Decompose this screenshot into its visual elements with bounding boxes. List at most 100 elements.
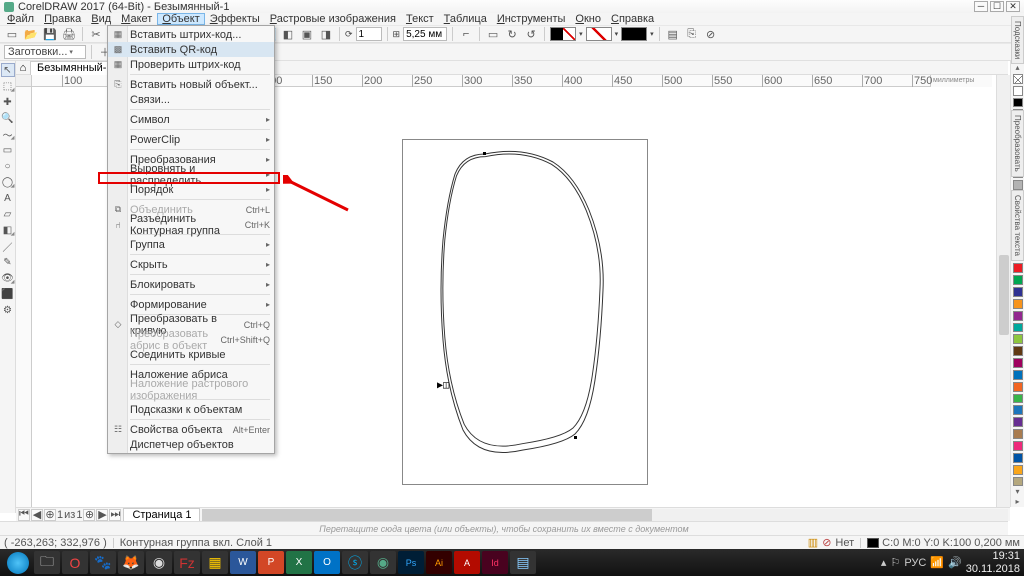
taskbar-filezilla[interactable]: Fz [174,551,200,574]
menu-item[interactable]: ▩Вставить QR-код [108,42,274,57]
menu-объект[interactable]: Объект [157,13,204,25]
cw-blend-button[interactable]: ↻ [504,26,520,42]
contour-outside-button[interactable]: ◨ [318,26,334,42]
menu-item[interactable]: Диспетчер объектов [108,437,274,452]
menu-файл[interactable]: Файл [2,13,39,25]
tray-sound-icon[interactable]: 🔊 [948,556,962,569]
taskbar-explorer[interactable]: 🗀 [34,551,60,574]
no-color-swatch[interactable] [1013,74,1023,84]
tool-12[interactable]: ✎ [1,255,15,269]
contour-inside-button[interactable]: ◧ [280,26,296,42]
menu-инструменты[interactable]: Инструменты [492,13,571,25]
menu-вид[interactable]: Вид [86,13,116,25]
last-page-button[interactable]: ⏭ [109,509,121,521]
color-swatch[interactable] [1013,394,1023,404]
color-swatch[interactable] [1013,453,1023,463]
fill-indicator-icon[interactable] [867,538,879,548]
tray-clock[interactable]: 19:3130.11.2018 [966,550,1020,574]
taskbar-word[interactable]: W [230,551,256,574]
home-tab-button[interactable]: ⌂ [16,62,30,74]
taskbar-acrobat[interactable]: A [454,551,480,574]
page-tab[interactable]: Страница 1 [123,508,200,522]
taskbar-id[interactable]: Id [482,551,508,574]
copies-input[interactable] [356,27,382,41]
taskbar-ps[interactable]: Ps [398,551,424,574]
clear-button[interactable]: ⊘ [703,26,719,42]
menu-справка[interactable]: Справка [606,13,659,25]
taskbar-firefox[interactable]: 🦊 [118,551,144,574]
menu-item[interactable]: ⎘Вставить новый объект... [108,77,274,92]
menu-item[interactable]: Подсказки к объектам [108,402,274,417]
restore-button[interactable]: ☐ [990,1,1004,12]
end-color-swatch[interactable] [621,27,647,41]
menu-item[interactable]: Формирование▸ [108,297,274,312]
tool-5[interactable]: ▭ [1,143,15,157]
color-swatch[interactable] [1013,382,1023,392]
tool-11[interactable]: ／ [1,239,15,253]
taskbar-opera[interactable]: O [62,551,88,574]
presets-combo[interactable]: Заготовки...▾ [4,45,86,59]
palette-down-icon[interactable]: ▾ [1015,487,1019,497]
color-swatch[interactable] [1013,429,1023,439]
close-button[interactable]: ✕ [1006,1,1020,12]
contour-shape[interactable] [403,140,649,486]
menu-item[interactable]: Соединить кривые [108,347,274,362]
open-button[interactable]: 📂 [23,26,39,42]
menu-item[interactable]: Порядок▸ [108,182,274,197]
menu-эффекты[interactable]: Эффекты [205,13,265,25]
taskbar-corel[interactable]: ◉ [370,551,396,574]
taskbar-outlook[interactable]: O [314,551,340,574]
tray-up-icon[interactable]: ▴ [881,556,887,569]
taskbar-notes[interactable]: ▤ [510,551,536,574]
color-swatch[interactable] [1013,98,1023,108]
next-page-button[interactable]: ▶ [96,509,108,521]
print-button[interactable]: 🖨 [61,26,77,42]
palette-up-icon[interactable]: ▴ [1015,63,1019,73]
color-swatch[interactable] [1013,346,1023,356]
ccw-blend-button[interactable]: ↺ [523,26,539,42]
color-swatch[interactable] [1013,441,1023,451]
color-swatch[interactable] [1013,477,1023,487]
color-swatch[interactable] [1013,287,1023,297]
menu-окно[interactable]: Окно [570,13,606,25]
tool-10[interactable]: ◧◢ [1,223,15,237]
color-swatch[interactable] [1013,275,1023,285]
menu-item[interactable]: ▦Проверить штрих-код [108,57,274,72]
color-swatch[interactable] [1013,334,1023,344]
object-props-button[interactable]: ▤ [665,26,681,42]
palette-more-icon[interactable]: ▸ [1015,497,1019,507]
tool-4[interactable]: ～◢ [1,127,15,141]
scrollbar-vertical[interactable] [996,75,1010,507]
color-swatch[interactable] [1013,323,1023,333]
copy-props-button[interactable]: ⎘ [684,26,700,42]
taskbar-chrome[interactable]: ◉ [146,551,172,574]
taskbar-ai[interactable]: Ai [426,551,452,574]
tool-9[interactable]: ▱ [1,207,15,221]
color-swatch[interactable] [1013,417,1023,427]
tool-2[interactable]: ✚ [1,95,15,109]
menu-item[interactable]: Выровнять и распределить▸ [108,167,274,182]
taskbar-tc[interactable]: ▦ [202,551,228,574]
color-swatch[interactable] [1013,405,1023,415]
taskbar-ppt[interactable]: P [258,551,284,574]
color-swatch[interactable] [1013,180,1023,190]
menu-item[interactable]: ⑁Разъединить Контурная группаCtrl+K [108,217,274,232]
taskbar-skype[interactable]: ⓢ [342,551,368,574]
add-page-after-button[interactable]: ⊕ [83,509,95,521]
side-tab-hints[interactable]: Подсказки [1011,16,1024,64]
color-swatch[interactable] [1013,370,1023,380]
menu-item[interactable]: Группа▸ [108,237,274,252]
linear-blend-button[interactable]: ▭ [485,26,501,42]
side-tab-transform[interactable]: Преобразовать [1011,110,1024,177]
ruler-corner[interactable] [16,75,32,87]
color-swatch[interactable] [1013,311,1023,321]
snap-off-icon[interactable]: ⊘ [822,536,831,549]
outline-color-swatch[interactable] [550,27,576,41]
tool-8[interactable]: A [1,191,15,205]
tray-network-icon[interactable]: 📶 [930,556,944,569]
taskbar-excel[interactable]: X [286,551,312,574]
add-page-before-button[interactable]: ⊕ [44,509,56,521]
start-button[interactable] [7,552,29,574]
tool-14[interactable]: ⬛ [1,287,15,301]
menu-таблица[interactable]: Таблица [439,13,492,25]
